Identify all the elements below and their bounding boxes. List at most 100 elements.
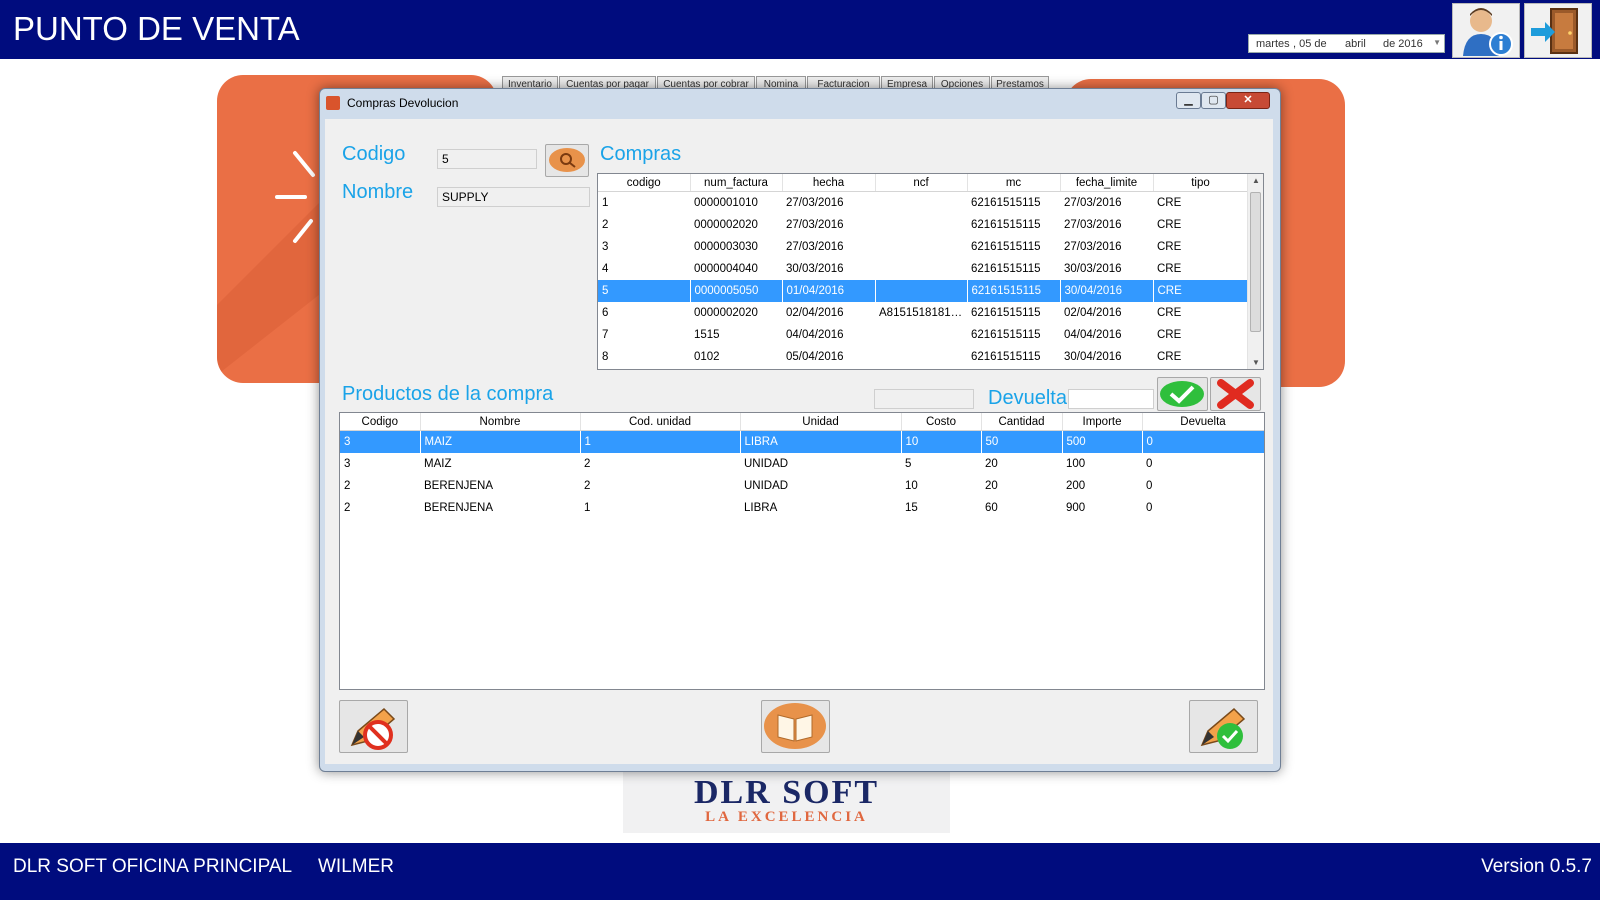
table-row[interactable]: 2 BERENJENA 1 LIBRA 15 60 900 0	[340, 497, 1264, 519]
column-header[interactable]: Cantidad	[981, 413, 1063, 431]
table-cell: CRE	[1157, 241, 1182, 253]
table-row[interactable]: 2 0000002020 27/03/2016 62161515115 27/03/20…	[598, 214, 1248, 236]
table-cell: 62161515115	[971, 219, 1041, 231]
devuelta-amount-field[interactable]	[874, 389, 974, 409]
productos-grid[interactable]: Codigo Nombre Cod. unidad Unidad Costo Cantid…	[339, 412, 1265, 690]
column-header[interactable]: ncf	[875, 174, 968, 192]
exit-door-icon	[1531, 8, 1578, 54]
column-header[interactable]: Unidad	[740, 413, 902, 431]
table-cell: 02/04/2016	[1064, 307, 1122, 319]
table-cell: 0	[1142, 430, 1264, 453]
column-header[interactable]: Nombre	[420, 413, 581, 431]
table-cell: UNIDAD	[744, 458, 789, 470]
table-cell: 60	[985, 502, 998, 514]
confirm-button[interactable]	[1157, 377, 1208, 411]
table-cell	[875, 236, 967, 258]
scroll-down-icon[interactable]: ▼	[1248, 358, 1263, 367]
view-button[interactable]	[761, 700, 830, 753]
devuelta-input[interactable]	[1068, 389, 1154, 409]
table-cell: 0000002020	[694, 219, 758, 231]
table-cell: 3	[344, 458, 351, 470]
scroll-thumb[interactable]	[1250, 192, 1261, 332]
table-cell: 200	[1066, 480, 1086, 492]
table-row[interactable]: 5 0000005050 01/04/2016 62161515115 30/04/20…	[598, 280, 1249, 302]
table-row[interactable]: 3 0000003030 27/03/2016 62161515115 27/03/20…	[598, 236, 1248, 258]
nombre-field[interactable]: SUPPLY	[437, 187, 590, 207]
maximize-button[interactable]: ▢	[1201, 92, 1226, 109]
column-header[interactable]: Costo	[901, 413, 982, 431]
search-button[interactable]	[545, 144, 589, 177]
table-row[interactable]: 3 MAIZ 1 LIBRA 10 50 500 0	[340, 430, 1264, 453]
table-cell	[875, 346, 967, 368]
table-row[interactable]: 7 1515 04/04/2016 62161515115 04/04/2016 CRE	[598, 324, 1248, 346]
table-row[interactable]: 8 0102 05/04/2016 62161515115 30/04/2016 CRE	[598, 346, 1248, 368]
table-cell: 2	[602, 219, 609, 231]
column-header[interactable]: codigo	[598, 174, 691, 192]
table-cell: 3	[340, 430, 421, 453]
column-header[interactable]: Devuelta	[1142, 413, 1264, 431]
dialog-titlebar[interactable]: Compras Devolucion ▁ ▢ ✕	[320, 89, 1280, 116]
minimize-button[interactable]: ▁	[1176, 92, 1201, 109]
table-cell: 20	[985, 480, 998, 492]
table-row[interactable]: 1 0000001010 27/03/2016 62161515115 27/03/20…	[598, 192, 1248, 215]
column-header[interactable]: Cod. unidad	[580, 413, 741, 431]
user-name: WILMER	[318, 856, 394, 877]
table-cell: 2	[344, 480, 351, 492]
table-cell: 10	[901, 430, 982, 453]
table-cell: 62161515115	[967, 280, 1061, 302]
table-cell: MAIZ	[420, 430, 581, 453]
table-cell: 27/03/2016	[1064, 219, 1122, 231]
date-weekday: martes	[1256, 38, 1290, 50]
column-header[interactable]: Codigo	[340, 413, 421, 431]
table-cell: 62161515115	[971, 197, 1041, 209]
table-cell: 900	[1066, 502, 1086, 514]
table-cell: 27/03/2016	[786, 197, 844, 209]
exit-button[interactable]	[1524, 3, 1592, 58]
date-picker[interactable]: martes , 05 de abril de 2016 ▼	[1248, 34, 1445, 53]
date-day: , 05 de	[1293, 38, 1327, 50]
codigo-field[interactable]: 5	[437, 149, 537, 169]
column-header[interactable]: Importe	[1062, 413, 1143, 431]
table-cell: 20	[985, 458, 998, 470]
table-cell: 62161515115	[971, 241, 1041, 253]
scroll-up-icon[interactable]: ▲	[1248, 176, 1263, 185]
close-button[interactable]: ✕	[1226, 92, 1270, 109]
table-cell: CRE	[1157, 329, 1182, 341]
version-label: Version 0.5.7	[1481, 856, 1592, 877]
table-cell: 30/04/2016	[1060, 280, 1154, 302]
table-row[interactable]: 4 0000004040 30/03/2016 62161515115 30/03/20…	[598, 258, 1248, 280]
book-icon	[764, 703, 826, 749]
column-header[interactable]: fecha_limite	[1060, 174, 1154, 192]
table-cell: 100	[1066, 458, 1086, 470]
devuelta-label: Devuelta	[988, 387, 1067, 409]
column-header[interactable]: tipo	[1153, 174, 1249, 192]
table-row[interactable]: 2 BERENJENA 2 UNIDAD 10 20 200 0	[340, 475, 1264, 497]
column-header[interactable]: hecha	[782, 174, 876, 192]
cancel-devolution-button[interactable]	[339, 700, 408, 753]
column-header[interactable]: num_factura	[690, 174, 783, 192]
user-info-button[interactable]	[1452, 3, 1520, 58]
table-cell: 04/04/2016	[1064, 329, 1122, 341]
table-cell: 0	[1146, 480, 1153, 492]
compras-grid[interactable]: codigo num_factura hecha ncf mc fecha_limite t…	[597, 173, 1264, 370]
compras-scrollbar[interactable]: ▲ ▼	[1247, 174, 1263, 369]
table-cell: 2	[584, 480, 591, 492]
table-row[interactable]: 6 0000002020 02/04/2016 A81515181818... 6216…	[598, 302, 1248, 324]
table-cell: 62161515115	[971, 351, 1041, 363]
compras-devolucion-dialog: Compras Devolucion ▁ ▢ ✕ Codigo 5 Nombre…	[319, 88, 1281, 772]
date-month: abril	[1345, 38, 1366, 50]
table-cell: 30/03/2016	[1064, 263, 1122, 275]
table-cell: 27/03/2016	[786, 219, 844, 231]
nombre-label: Nombre	[342, 181, 414, 203]
table-row[interactable]: 3 MAIZ 2 UNIDAD 5 20 100 0	[340, 453, 1264, 475]
cancel-button[interactable]	[1210, 377, 1261, 411]
table-cell: LIBRA	[744, 502, 778, 514]
save-devolution-button[interactable]	[1189, 700, 1258, 753]
table-cell: MAIZ	[424, 458, 452, 470]
table-cell: 04/04/2016	[786, 329, 844, 341]
checkmark-icon	[1160, 381, 1204, 407]
table-cell: 1	[584, 502, 591, 514]
edit-confirm-icon	[1200, 707, 1246, 749]
column-header[interactable]: mc	[967, 174, 1061, 192]
table-cell: 3	[602, 241, 609, 253]
